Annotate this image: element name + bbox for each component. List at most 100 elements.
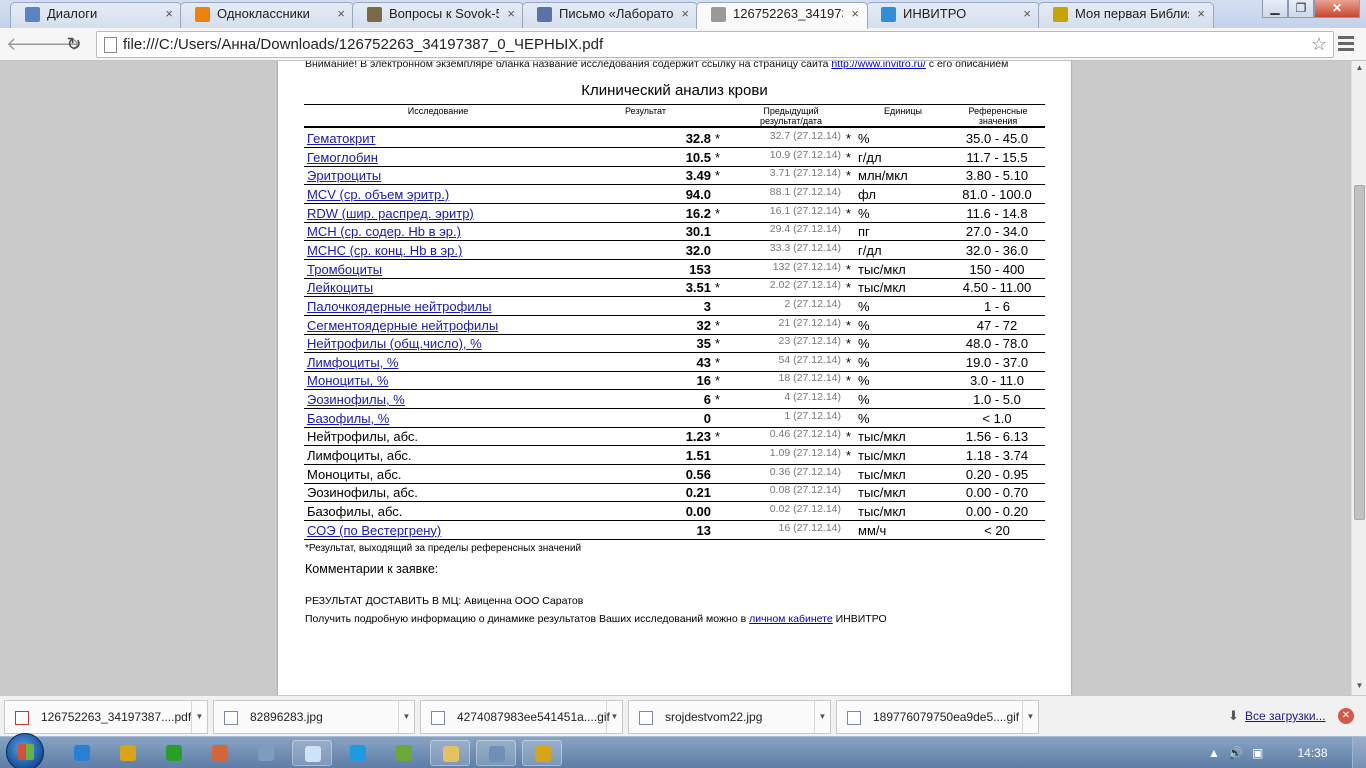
row-result: 1.51 <box>685 448 711 464</box>
browser-tab[interactable]: Письмо «Лаборатори × <box>522 2 698 28</box>
browser-tab[interactable]: Вопросы к Sovok-59 × <box>352 2 524 28</box>
tab-close-icon[interactable]: × <box>681 3 689 25</box>
start-button[interactable] <box>6 733 44 768</box>
chevron-down-icon[interactable]: ▼ <box>606 701 622 733</box>
minimize-button[interactable]: ▁ <box>1262 0 1288 18</box>
network-icon[interactable]: ▣ <box>1252 746 1263 760</box>
row-name[interactable]: Лимфоциты, % <box>307 353 398 371</box>
row-name[interactable]: Базофилы, % <box>307 409 389 427</box>
row-name[interactable]: МСНС (ср. конц. Hb в эр.) <box>307 241 462 259</box>
download-item[interactable]: 189776079750ea9de5....gif ▼ <box>836 700 1039 734</box>
footnote: *Результат, выходящий за пределы референ… <box>305 543 582 554</box>
row-unit: фл <box>858 186 876 202</box>
chevron-down-icon[interactable]: ▼ <box>398 701 414 733</box>
browser-tab[interactable]: 126752263_34197387_0 × <box>696 2 868 29</box>
row-name[interactable]: Гематокрит <box>307 129 375 147</box>
all-downloads-link[interactable]: Все загрузки... <box>1245 696 1326 737</box>
table-top-rule <box>304 104 1045 105</box>
row-unit: тыс/мкл <box>858 429 906 445</box>
row-result-flag: * <box>715 149 721 165</box>
chevron-down-icon[interactable]: ▼ <box>1022 701 1038 733</box>
browser-tab[interactable]: ИНВИТРО × <box>866 2 1040 28</box>
tray-arrow-icon[interactable]: ▲ <box>1208 746 1220 760</box>
row-unit: млн/мкл <box>858 168 908 184</box>
personal-cabinet-link[interactable]: личном кабинете <box>749 613 833 625</box>
row-name[interactable]: Тромбоциты <box>307 260 382 278</box>
invitro-site-link[interactable]: http://www.invitro.ru/ <box>831 61 926 70</box>
browser-tab[interactable]: Диалоги × <box>10 2 182 28</box>
maximize-button[interactable]: ❐ <box>1288 0 1314 18</box>
volume-icon[interactable]: 🔊 <box>1228 746 1243 760</box>
table-row: Моноциты, абс. 0.56 0.36 (27.12.14) тыс/мкл… <box>304 465 1045 484</box>
show-desktop-button[interactable] <box>1352 737 1366 768</box>
row-name[interactable]: Моноциты, % <box>307 371 388 389</box>
bookmark-star-icon[interactable]: ☆ <box>1311 32 1327 57</box>
row-name[interactable]: Эозинофилы, % <box>307 390 405 408</box>
row-name[interactable]: RDW (шир. распред. эритр) <box>307 204 474 222</box>
scroll-down-icon[interactable]: ▼ <box>1352 681 1366 690</box>
close-window-button[interactable]: ✕ <box>1314 0 1360 18</box>
table-row: Нейтрофилы, абс. 1.23 * 0.46 (27.12.14) * тыс… <box>304 427 1045 447</box>
row-previous-flag: * <box>846 336 852 352</box>
row-previous-flag: * <box>846 168 852 184</box>
row-name[interactable]: Нейтрофилы (общ.число), % <box>307 334 482 352</box>
chevron-down-icon[interactable]: ▼ <box>191 701 207 733</box>
calculator-icon[interactable] <box>246 740 286 766</box>
row-name[interactable]: СОЭ (по Вестергрену) <box>307 521 441 539</box>
row-name[interactable]: MCV (ср. объем эритр.) <box>307 185 449 203</box>
row-result: 0.21 <box>685 485 711 501</box>
download-item[interactable]: 4274087983ee541451a....gif ▼ <box>420 700 623 734</box>
download-item[interactable]: 126752263_34197387....pdf ▼ <box>4 700 208 734</box>
browser-tab[interactable]: Моя первая Библия с × <box>1038 2 1214 28</box>
chrome-menu-icon[interactable] <box>1338 36 1354 52</box>
download-item[interactable]: 82896283.jpg ▼ <box>213 700 415 734</box>
chrome-icon[interactable] <box>108 740 148 766</box>
row-result: 3.49 <box>685 168 711 184</box>
notepad-icon[interactable] <box>292 740 332 766</box>
invitro-icon <box>881 7 896 22</box>
ie-icon[interactable] <box>62 740 102 766</box>
row-reference: 47 - 72 <box>976 317 1018 333</box>
tab-close-icon[interactable]: × <box>337 3 345 25</box>
row-previous: 23 (27.12.14) <box>778 335 841 348</box>
clock[interactable]: 14:38 <box>1290 737 1335 768</box>
tab-close-icon[interactable]: × <box>851 3 859 25</box>
address-url[interactable]: file:///C:/Users/Анна/Downloads/12675226… <box>123 32 603 57</box>
scroll-up-icon[interactable]: ▲ <box>1352 63 1366 72</box>
screen-icon[interactable] <box>476 740 516 766</box>
row-previous-flag: * <box>846 429 852 445</box>
row-name[interactable]: Лейкоциты <box>307 278 373 296</box>
chrome-active-icon[interactable] <box>522 740 562 766</box>
app-h-icon[interactable] <box>154 740 194 766</box>
row-result: 43 <box>696 354 711 370</box>
utorrent-icon[interactable] <box>384 740 424 766</box>
row-name[interactable]: Гемоглобин <box>307 148 378 166</box>
browser-tab[interactable]: Одноклассники × <box>180 2 354 28</box>
back-button[interactable]: 🡐 <box>6 32 54 56</box>
address-bar[interactable]: file:///C:/Users/Анна/Downloads/12675226… <box>96 31 1334 58</box>
paint-icon[interactable] <box>200 740 240 766</box>
row-name[interactable]: MCH (ср. содер. Hb в эр.) <box>307 222 461 240</box>
info-text: Получить подробную информацию о динамике… <box>305 613 887 625</box>
scroll-thumb[interactable] <box>1354 185 1365 520</box>
vertical-scrollbar[interactable]: ▲ ▼ <box>1351 61 1366 695</box>
reload-button[interactable]: ↻ <box>62 32 86 56</box>
chevron-down-icon[interactable]: ▼ <box>814 701 830 733</box>
play-icon <box>1053 7 1068 22</box>
notice-text: Внимание! В электронном экземпляре бланк… <box>305 61 1008 70</box>
row-name[interactable]: Палочкоядерные нейтрофилы <box>307 297 492 315</box>
row-name[interactable]: Эритроциты <box>307 166 381 184</box>
tab-close-icon[interactable]: × <box>1023 3 1031 25</box>
mail-icon <box>537 7 552 22</box>
forward-button[interactable]: 🡒 <box>33 32 81 56</box>
tab-close-icon[interactable]: × <box>1197 3 1205 25</box>
download-item[interactable]: srojdestvom22.jpg ▼ <box>628 700 831 734</box>
tab-close-icon[interactable]: × <box>507 3 515 25</box>
row-name[interactable]: Сегментоядерные нейтрофилы <box>307 316 498 334</box>
row-reference: 3.0 - 11.0 <box>970 373 1024 389</box>
skype-icon[interactable] <box>338 740 378 766</box>
explorer-icon[interactable] <box>430 740 470 766</box>
tab-close-icon[interactable]: × <box>165 3 173 25</box>
row-unit: г/дл <box>858 242 882 258</box>
close-shelf-icon[interactable]: ✕ <box>1338 708 1354 724</box>
